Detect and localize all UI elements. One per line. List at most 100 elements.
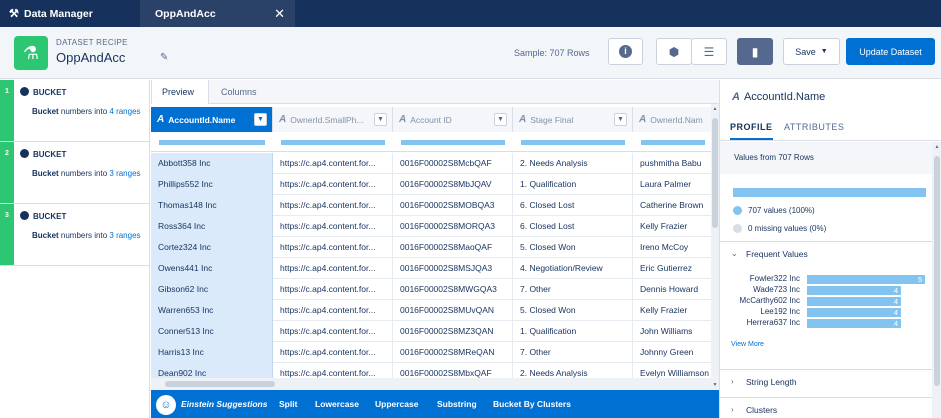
table-cell[interactable]: pushmitha Babu xyxy=(633,153,711,174)
edit-icon[interactable]: ✎ xyxy=(160,52,168,63)
frequent-values-header[interactable]: Frequent Values xyxy=(746,249,808,259)
table-cell[interactable]: Phillips552 Inc xyxy=(151,174,273,195)
update-dataset-button[interactable]: Update Dataset xyxy=(846,38,935,65)
table-cell[interactable]: https://c.ap4.content.for... xyxy=(273,342,393,363)
suggestion-uppercase[interactable]: Uppercase xyxy=(375,399,418,409)
column-menu-icon[interactable]: ▼ xyxy=(614,113,627,126)
table-cell[interactable]: Laura Palmer xyxy=(633,174,711,195)
table-cell[interactable]: Kelly Frazier xyxy=(633,216,711,237)
horizontal-scrollbar[interactable] xyxy=(151,378,711,390)
info-button[interactable]: i xyxy=(608,38,643,65)
suggestion-bucket-by-clusters[interactable]: Bucket By Clusters xyxy=(493,399,571,409)
table-cell[interactable]: Kelly Frazier xyxy=(633,300,711,321)
column-header[interactable]: A AccountId.Name ▼ xyxy=(151,107,273,132)
filter-button[interactable]: ☰ xyxy=(691,38,727,65)
column-menu-icon[interactable]: ▼ xyxy=(494,113,507,126)
table-cell[interactable]: https://c.ap4.content.for... xyxy=(273,195,393,216)
view-more-link[interactable]: View More xyxy=(731,341,764,348)
table-cell[interactable]: https://c.ap4.content.for... xyxy=(273,321,393,342)
clusters-section[interactable]: › Clusters xyxy=(720,397,932,418)
save-button[interactable]: Save ▼ xyxy=(783,38,840,65)
table-cell[interactable]: 0016F00002S8MaoQAF xyxy=(393,237,513,258)
suggestion-lowercase[interactable]: Lowercase xyxy=(315,399,359,409)
suggestion-substring[interactable]: Substring xyxy=(437,399,477,409)
table-cell[interactable]: Thomas148 Inc xyxy=(151,195,273,216)
column-header[interactable]: A Account ID ▼ xyxy=(393,107,513,132)
scroll-down-icon[interactable]: ▼ xyxy=(711,382,719,388)
table-cell[interactable]: 0016F00002S8McbQAF xyxy=(393,153,513,174)
table-cell[interactable]: Eric Gutierrez xyxy=(633,258,711,279)
table-cell[interactable]: 0016F00002S8MZ3QAN xyxy=(393,321,513,342)
table-cell[interactable]: 6. Closed Lost xyxy=(513,195,633,216)
table-cell[interactable]: Ross364 Inc xyxy=(151,216,273,237)
add-node-button[interactable]: ⬢ xyxy=(656,38,692,65)
table-cell[interactable]: https://c.ap4.content.for... xyxy=(273,174,393,195)
table-cell[interactable]: 0016F00002S8MWGQA3 xyxy=(393,279,513,300)
recipe-step[interactable]: 2 BUCKET Bucket numbers into 3 ranges xyxy=(0,142,150,204)
vertical-scrollbar[interactable]: ▲ ▼ xyxy=(711,104,719,390)
table-cell[interactable]: 1. Qualification xyxy=(513,321,633,342)
table-cell[interactable]: 4. Negotiation/Review xyxy=(513,258,633,279)
column-profile-button[interactable]: ▮ xyxy=(737,38,773,65)
frequent-value-bar[interactable]: 4 xyxy=(807,286,901,295)
step-desc-link[interactable]: 3 ranges xyxy=(109,169,140,178)
table-cell[interactable]: https://c.ap4.content.for... xyxy=(273,153,393,174)
table-cell[interactable]: 0016F00002S8MORQA3 xyxy=(393,216,513,237)
table-cell[interactable]: 0016F00002S8MOBQA3 xyxy=(393,195,513,216)
step-desc-link[interactable]: 3 ranges xyxy=(109,231,140,240)
column-header[interactable]: A OwnerId.SmallPh... ▼ xyxy=(273,107,393,132)
string-length-section[interactable]: › String Length xyxy=(720,369,932,397)
table-cell[interactable]: Dennis Howard xyxy=(633,279,711,300)
table-cell[interactable]: https://c.ap4.content.for... xyxy=(273,216,393,237)
table-cell[interactable]: https://c.ap4.content.for... xyxy=(273,258,393,279)
table-cell[interactable]: 0016F00002S8MSJQA3 xyxy=(393,258,513,279)
scroll-up-icon[interactable]: ▲ xyxy=(711,106,719,112)
profile-scrollbar[interactable]: ▲ xyxy=(932,142,941,418)
column-menu-icon[interactable]: ▼ xyxy=(374,113,387,126)
column-header[interactable]: A OwnerId.Nam xyxy=(633,107,711,132)
table-cell[interactable]: 5. Closed Won xyxy=(513,237,633,258)
scroll-up-icon[interactable]: ▲ xyxy=(932,144,941,150)
tab-oppandacc[interactable]: OppAndAcc ✕ xyxy=(140,0,295,27)
table-cell[interactable]: Abbott358 Inc xyxy=(151,153,273,174)
table-cell[interactable]: 7. Other xyxy=(513,279,633,300)
table-cell[interactable]: 1. Qualification xyxy=(513,174,633,195)
tab-data-manager[interactable]: ⚒ Data Manager xyxy=(0,0,140,27)
table-cell[interactable]: 0016F00002S8MbJQAV xyxy=(393,174,513,195)
table-cell[interactable]: https://c.ap4.content.for... xyxy=(273,237,393,258)
tab-preview[interactable]: Preview xyxy=(151,80,209,104)
table-cell[interactable]: https://c.ap4.content.for... xyxy=(273,279,393,300)
column-menu-icon[interactable]: ▼ xyxy=(254,113,267,126)
table-cell[interactable]: John Williams xyxy=(633,321,711,342)
table-cell[interactable]: Gibson62 Inc xyxy=(151,279,273,300)
column-header[interactable]: A Stage Final ▼ xyxy=(513,107,633,132)
frequent-value-bar[interactable]: 4 xyxy=(807,297,901,306)
table-cell[interactable]: Conner513 Inc xyxy=(151,321,273,342)
close-icon[interactable]: ✕ xyxy=(274,6,285,22)
table-cell[interactable]: Ireno McCoy xyxy=(633,237,711,258)
suggestion-split[interactable]: Split xyxy=(279,399,297,409)
frequent-value-bar[interactable]: 5 xyxy=(807,275,925,284)
table-cell[interactable]: 5. Closed Won xyxy=(513,300,633,321)
frequent-value-bar[interactable]: 4 xyxy=(807,319,901,328)
tab-columns[interactable]: Columns xyxy=(211,80,267,104)
table-cell[interactable]: https://c.ap4.content.for... xyxy=(273,300,393,321)
table-cell[interactable]: Cortez324 Inc xyxy=(151,237,273,258)
table-cell[interactable]: Owens441 Inc xyxy=(151,258,273,279)
recipe-step[interactable]: 1 BUCKET Bucket numbers into 4 ranges xyxy=(0,80,150,142)
table-cell[interactable]: Johnny Green xyxy=(633,342,711,363)
table-cell[interactable]: Harris13 Inc xyxy=(151,342,273,363)
recipe-step[interactable]: 3 BUCKET Bucket numbers into 3 ranges xyxy=(0,204,150,266)
table-cell[interactable]: 0016F00002S8MUvQAN xyxy=(393,300,513,321)
table-cell[interactable]: 6. Closed Lost xyxy=(513,216,633,237)
table-cell[interactable]: 2. Needs Analysis xyxy=(513,153,633,174)
tab-attributes[interactable]: ATTRIBUTES xyxy=(784,122,844,132)
table-cell[interactable]: Warren653 Inc xyxy=(151,300,273,321)
chevron-down-icon[interactable]: ⌄ xyxy=(731,249,738,258)
table-cell[interactable]: Catherine Brown xyxy=(633,195,711,216)
table-cell[interactable]: 0016F00002S8MReQAN xyxy=(393,342,513,363)
table-cell[interactable]: 7. Other xyxy=(513,342,633,363)
frequent-value-bar[interactable]: 4 xyxy=(807,308,901,317)
tab-profile[interactable]: PROFILE xyxy=(730,122,773,140)
step-desc-link[interactable]: 4 ranges xyxy=(109,107,140,116)
